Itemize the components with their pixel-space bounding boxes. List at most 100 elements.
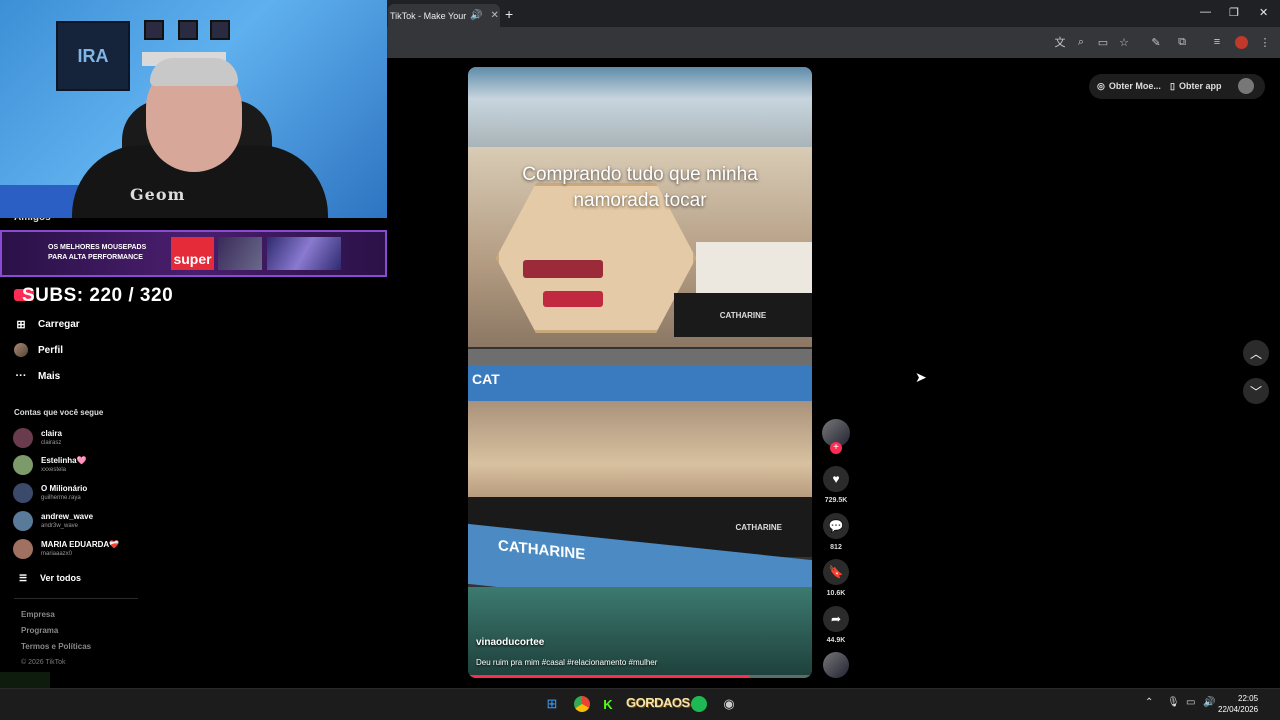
footer-link-program[interactable]: Programa bbox=[21, 626, 58, 635]
video-shelf bbox=[468, 349, 812, 365]
video-lipstick bbox=[543, 291, 603, 307]
account-username: xxxestela bbox=[41, 467, 67, 473]
banner-text: OS MELHORES MOUSEPADS PARA ALTA PERFORMA… bbox=[48, 243, 146, 263]
get-coins-button[interactable]: ◎ Obter Moe... bbox=[1097, 75, 1161, 97]
nav-label: Mais bbox=[38, 370, 61, 382]
nav-label: Perfil bbox=[38, 344, 64, 356]
share-count: 44.9K bbox=[826, 637, 846, 644]
account-name: claira bbox=[41, 429, 62, 438]
video-author-handle[interactable]: vinaoducortee bbox=[476, 637, 544, 648]
followed-account[interactable]: Estelinha🩷 xxxestela bbox=[13, 455, 87, 475]
zoom-icon[interactable]: ⌕ bbox=[1073, 34, 1089, 50]
save-button[interactable]: 🔖 bbox=[823, 559, 849, 585]
network-icon[interactable]: ▭ bbox=[1186, 697, 1195, 708]
more-icon: ··· bbox=[15, 370, 27, 382]
account-avatar bbox=[13, 539, 33, 559]
nav-upload[interactable]: ⊞ Carregar bbox=[14, 317, 79, 331]
previous-video-button[interactable]: ︿ bbox=[1243, 340, 1269, 366]
extensions-icon[interactable]: ⧉ bbox=[1174, 34, 1190, 50]
followed-account[interactable]: MARIA EDUARDA❤️‍🩹 mariaaazx0 bbox=[13, 539, 119, 559]
streamer-hair bbox=[150, 58, 238, 86]
get-coins-label: Obter Moe... bbox=[1108, 81, 1161, 91]
account-avatar bbox=[13, 511, 33, 531]
browser-menu-icon[interactable]: ⋮ bbox=[1257, 34, 1273, 50]
nav-more[interactable]: ··· Mais bbox=[14, 369, 61, 383]
banner-line: PARA ALTA PERFORMANCE bbox=[48, 254, 143, 261]
follow-plus-icon[interactable]: + bbox=[830, 442, 842, 454]
close-window-button[interactable]: ✕ bbox=[1259, 6, 1268, 19]
video-brand-text: CATHARINE bbox=[498, 537, 586, 564]
followed-account[interactable]: claira clairasz bbox=[13, 428, 62, 448]
windows-start-icon[interactable]: ⊞ bbox=[542, 694, 562, 714]
extension-pen-icon[interactable]: ✎ bbox=[1148, 34, 1164, 50]
wall-frame bbox=[210, 20, 230, 40]
spotify-icon[interactable] bbox=[689, 694, 709, 714]
account-avatar bbox=[13, 483, 33, 503]
user-avatar[interactable] bbox=[1238, 78, 1254, 94]
following-header: Contas que você segue bbox=[14, 408, 104, 417]
comment-button[interactable]: 💬 bbox=[823, 513, 849, 539]
volume-icon[interactable]: 🔊 bbox=[1203, 697, 1215, 708]
see-all-link[interactable]: ☰ Ver todos bbox=[16, 571, 81, 585]
see-all-label: Ver todos bbox=[40, 573, 82, 583]
translate-icon[interactable]: 文 bbox=[1052, 34, 1068, 50]
video-description: Deu ruim pra mim #casal #relacionamento … bbox=[476, 658, 658, 667]
footer-link-terms[interactable]: Termos e Políticas bbox=[21, 642, 91, 651]
taskbar-clock[interactable]: 22:05 22/04/2026 bbox=[1218, 693, 1258, 715]
banner-line: OS MELHORES MOUSEPADS bbox=[48, 244, 147, 251]
obs-icon[interactable]: ◉ bbox=[719, 694, 739, 714]
sound-disc-avatar[interactable] bbox=[823, 652, 849, 678]
clock-time: 22:05 bbox=[1238, 694, 1259, 703]
upload-icon: ⊞ bbox=[16, 318, 26, 331]
tray-chevron-icon[interactable]: ⌃ bbox=[1145, 697, 1153, 708]
nav-profile[interactable]: Perfil bbox=[14, 343, 63, 357]
browser-tab[interactable]: TikTok - Make Your Da 🔊 ✕ bbox=[388, 4, 500, 27]
footer-link-company[interactable]: Empresa bbox=[21, 610, 55, 619]
caption-line: Comprando tudo que minha bbox=[522, 164, 758, 185]
copyright: © 2026 TikTok bbox=[21, 659, 66, 666]
wall-frame bbox=[178, 20, 198, 40]
comment-count: 812 bbox=[830, 544, 842, 551]
video-blue-band: CAT bbox=[468, 365, 812, 401]
wall-poster: IRA bbox=[56, 21, 130, 91]
chrome-icon[interactable] bbox=[572, 694, 592, 714]
account-name: O Milionário bbox=[41, 484, 88, 493]
divider bbox=[14, 598, 138, 599]
media-control-icon[interactable]: ≡ bbox=[1209, 34, 1225, 50]
caption-line: namorada tocar bbox=[573, 190, 707, 211]
next-video-button[interactable]: ﹀ bbox=[1243, 378, 1269, 404]
microphone-icon[interactable]: 🎙 bbox=[1167, 697, 1180, 708]
video-band-text: CAT bbox=[472, 371, 500, 387]
video-progress-fill bbox=[468, 675, 751, 678]
video-lipstick bbox=[523, 260, 603, 278]
speaker-icon[interactable]: 🔊 bbox=[470, 10, 482, 21]
close-tab-icon[interactable]: ✕ bbox=[490, 10, 498, 21]
phone-icon: ▯ bbox=[1170, 80, 1175, 91]
minimize-button[interactable]: — bbox=[1200, 6, 1211, 18]
cast-icon[interactable]: ▭ bbox=[1095, 34, 1111, 50]
account-username: mariaaazx0 bbox=[41, 551, 73, 557]
new-tab-button[interactable]: + bbox=[505, 6, 513, 22]
video-brand-text: CATHARINE bbox=[735, 522, 782, 532]
get-app-button[interactable]: ▯ Obter app bbox=[1170, 75, 1221, 97]
video-brand-text: CATHARINE bbox=[719, 310, 767, 320]
coin-icon: ◎ bbox=[1097, 80, 1105, 91]
bookmark-icon: 🔖 bbox=[828, 565, 844, 579]
video-player[interactable]: CATHARINE CAT CATHARINE CATHARINE Compra… bbox=[468, 67, 812, 678]
bookmark-star-icon[interactable]: ☆ bbox=[1116, 34, 1132, 50]
webcam-overlay: IRA Geom bbox=[0, 0, 387, 218]
video-shelf-top bbox=[468, 67, 812, 147]
account-username: clairasz bbox=[41, 440, 62, 446]
like-button[interactable]: ♥ bbox=[823, 466, 849, 492]
share-button[interactable]: ➦ bbox=[823, 606, 849, 632]
followed-account[interactable]: O Milionário guilherme.raya bbox=[13, 483, 87, 503]
kick-icon[interactable]: K bbox=[598, 694, 618, 714]
chevron-up-icon: ︿ bbox=[1249, 346, 1262, 361]
profile-avatar[interactable] bbox=[1233, 34, 1249, 50]
account-name: Estelinha🩷 bbox=[41, 456, 87, 465]
restore-button[interactable]: ❐ bbox=[1229, 6, 1239, 19]
followed-account[interactable]: andrew_wave andr3w_wave bbox=[13, 511, 93, 531]
account-name: andrew_wave bbox=[41, 512, 94, 521]
get-app-label: Obter app bbox=[1178, 81, 1222, 91]
heart-icon: ♥ bbox=[832, 472, 840, 486]
